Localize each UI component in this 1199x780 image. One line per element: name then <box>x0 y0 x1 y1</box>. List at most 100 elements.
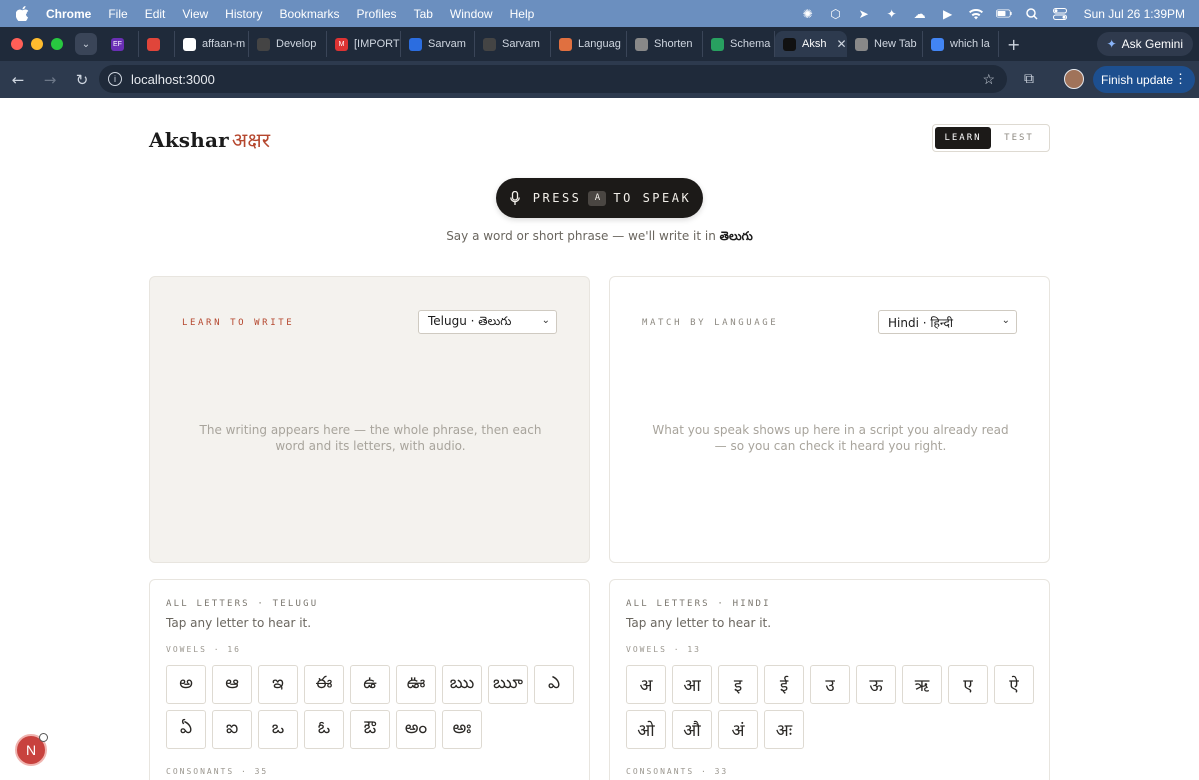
menu-window[interactable]: Window <box>450 7 493 21</box>
tab-search-chevron-icon[interactable]: ⌄ <box>75 33 97 55</box>
browser-tab[interactable]: affaan-m <box>175 31 249 57</box>
site-info-icon[interactable]: i <box>108 72 122 86</box>
mode-toggle: LEARN TEST <box>932 124 1050 152</box>
logo-devanagari: अक्षर <box>231 128 271 152</box>
browser-tab[interactable]: which la <box>923 31 999 57</box>
browser-toolbar: ← → ↻ i localhost:3000 ☆ ⧉ Finish update… <box>0 61 1199 98</box>
menubar-clock[interactable]: Sun Jul 26 1:39PM <box>1084 7 1185 21</box>
letter-tile[interactable]: उ <box>810 665 850 704</box>
url-text[interactable]: localhost:3000 <box>131 72 215 87</box>
cube-status-icon[interactable]: ⬡ <box>828 7 844 21</box>
arrow-status-icon[interactable]: ➤ <box>856 7 872 21</box>
letter-tile[interactable]: ऊ <box>856 665 896 704</box>
minimize-window-button[interactable] <box>31 38 43 50</box>
letter-tile[interactable]: अ <box>626 665 666 704</box>
browser-tab[interactable]: Aksh ✕ <box>775 31 847 57</box>
search-status-icon[interactable] <box>1024 7 1040 21</box>
letter-tile[interactable]: ఓ <box>304 710 344 749</box>
ask-gemini-button[interactable]: ✦ Ask Gemini <box>1096 32 1193 56</box>
letter-tile[interactable]: ౠ <box>488 665 528 704</box>
letter-tile[interactable]: అః <box>442 710 482 749</box>
tab-favicon-icon: EF <box>111 37 124 51</box>
letter-tile[interactable]: ఔ <box>350 710 390 749</box>
forward-arrow-icon[interactable]: → <box>36 66 64 94</box>
letter-tile[interactable]: ఊ <box>396 665 436 704</box>
letter-tile[interactable]: ఏ <box>166 710 206 749</box>
battery-icon[interactable] <box>995 7 1012 21</box>
browser-tab[interactable]: Sarvam <box>401 31 475 57</box>
letter-tile[interactable]: इ <box>718 665 758 704</box>
letter-tile[interactable]: ओ <box>626 710 666 749</box>
letter-tile[interactable]: ऐ <box>994 665 1034 704</box>
learn-language-select[interactable]: Telugu · తెలుగు ⌄ <box>418 310 557 334</box>
letter-tile[interactable]: ఈ <box>304 665 344 704</box>
play-status-icon[interactable]: ▶ <box>940 7 956 21</box>
letter-tile[interactable]: अं <box>718 710 758 749</box>
letter-tile[interactable]: ई <box>764 665 804 704</box>
control-center-icon[interactable] <box>1052 7 1068 21</box>
menu-tab[interactable]: Tab <box>414 7 433 21</box>
menu-help[interactable]: Help <box>510 7 535 21</box>
browser-tab[interactable]: EF <box>103 31 139 57</box>
menu-app-name[interactable]: Chrome <box>46 7 91 21</box>
menu-view[interactable]: View <box>182 7 208 21</box>
letter-tile[interactable]: ए <box>948 665 988 704</box>
letter-tile[interactable]: ఉ <box>350 665 390 704</box>
browser-tab[interactable]: New Tab <box>847 31 923 57</box>
address-bar[interactable]: i localhost:3000 ☆ <box>99 65 1007 93</box>
browser-tab[interactable]: Sarvam <box>475 31 551 57</box>
menu-history[interactable]: History <box>225 7 262 21</box>
letter-tile[interactable]: ఇ <box>258 665 298 704</box>
letter-tile[interactable]: अः <box>764 710 804 749</box>
cloud-status-icon[interactable]: ☁ <box>912 7 928 21</box>
profile-avatar[interactable] <box>1064 69 1084 89</box>
press-to-speak-button[interactable]: PRESS A TO SPEAK <box>496 178 703 218</box>
menu-profiles[interactable]: Profiles <box>357 7 397 21</box>
mode-test-button[interactable]: TEST <box>991 127 1047 149</box>
fullscreen-window-button[interactable] <box>51 38 63 50</box>
browser-tab[interactable]: Shorten <box>627 31 703 57</box>
nextjs-dev-indicator-button[interactable]: N <box>15 733 48 766</box>
reload-icon[interactable]: ↻ <box>68 66 96 94</box>
browser-tab[interactable]: M [IMPORT <box>327 31 401 57</box>
close-tab-icon[interactable]: ✕ <box>836 37 846 51</box>
letter-tile[interactable]: అ <box>166 665 206 704</box>
to-speak-label: TO SPEAK <box>613 191 692 205</box>
close-window-button[interactable] <box>11 38 23 50</box>
star-status-icon[interactable]: ✦ <box>884 7 900 21</box>
wifi-icon[interactable] <box>968 7 984 21</box>
letter-tile[interactable]: ऋ <box>902 665 942 704</box>
letter-tile[interactable]: ఒ <box>258 710 298 749</box>
apple-icon[interactable] <box>16 6 32 21</box>
browser-tab[interactable]: Schema <box>703 31 775 57</box>
browser-tab[interactable] <box>139 31 175 57</box>
letter-tile[interactable]: आ <box>672 665 712 704</box>
app-logo[interactable]: Akshar अक्षर <box>149 126 270 153</box>
tab-favicon-icon <box>147 37 160 51</box>
hindi-letters-heading: ALL LETTERS · HINDI <box>626 599 771 609</box>
letter-tile[interactable]: ఐ <box>212 710 252 749</box>
sparkle-status-icon[interactable]: ✺ <box>800 7 816 21</box>
letter-tile[interactable]: ఆ <box>212 665 252 704</box>
mode-learn-button[interactable]: LEARN <box>935 127 991 149</box>
letter-tile[interactable]: औ <box>672 710 712 749</box>
menu-edit[interactable]: Edit <box>145 7 166 21</box>
more-vertical-icon[interactable]: ⋮ <box>1174 71 1187 87</box>
new-tab-plus-icon[interactable]: + <box>1007 35 1020 54</box>
extensions-puzzle-icon[interactable]: ⧉ <box>1020 70 1038 88</box>
back-arrow-icon[interactable]: ← <box>4 66 32 94</box>
match-language-select[interactable]: Hindi · हिन्दी ⌄ <box>878 310 1017 334</box>
menu-bookmarks[interactable]: Bookmarks <box>280 7 340 21</box>
letter-tile[interactable]: ఋ <box>442 665 482 704</box>
letter-tile[interactable]: ఎ <box>534 665 574 704</box>
menu-file[interactable]: File <box>108 7 127 21</box>
letter-tile[interactable]: అం <box>396 710 436 749</box>
browser-tab[interactable]: Develop <box>249 31 327 57</box>
telugu-consonants-label: CONSONANTS · 35 <box>166 767 269 776</box>
finish-update-button[interactable]: Finish update ⋮ <box>1093 66 1196 93</box>
tab-favicon-icon <box>931 37 944 51</box>
bookmark-star-icon[interactable]: ☆ <box>982 71 995 88</box>
logo-text: Akshar <box>149 128 229 152</box>
tab-title: affaan-m <box>202 38 246 50</box>
browser-tab[interactable]: Languag <box>551 31 627 57</box>
